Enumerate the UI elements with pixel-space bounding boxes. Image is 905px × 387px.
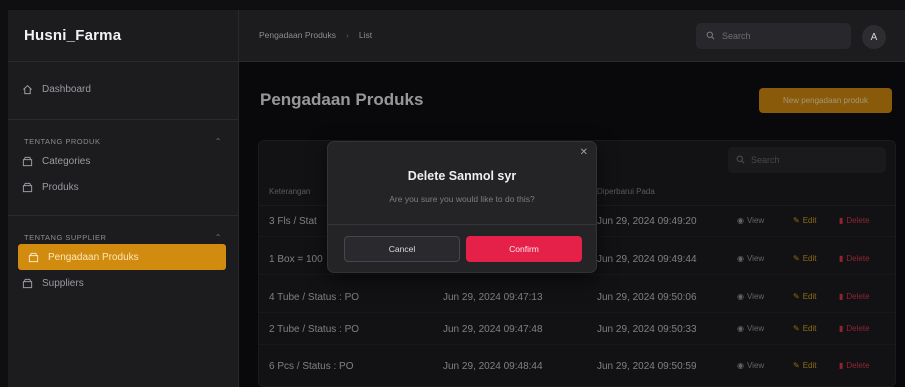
breadcrumb-item: List — [358, 30, 373, 40]
chevron-up-icon: ⌃ — [214, 136, 222, 146]
global-search-input[interactable]: Search — [696, 23, 851, 49]
sidebar: Husni_Farma Dashboard TENTANG PRODUK ⌃ C… — [8, 10, 239, 387]
group-tentang-produk[interactable]: TENTANG PRODUK ⌃ — [8, 134, 238, 148]
divider — [328, 224, 596, 225]
box-icon — [26, 250, 40, 264]
box-icon — [20, 180, 34, 194]
sidebar-item-suppliers[interactable]: Suppliers — [8, 270, 238, 296]
sidebar-item-produks[interactable]: Produks — [8, 174, 238, 200]
sidebar-item-label: Categories — [42, 155, 91, 167]
group-tentang-supplier[interactable]: TENTANG SUPPLIER ⌃ — [8, 230, 238, 244]
app-frame: Husni_Farma Dashboard TENTANG PRODUK ⌃ C… — [0, 0, 905, 387]
search-placeholder: Search — [722, 31, 751, 41]
sidebar-item-categories[interactable]: Categories — [8, 148, 238, 174]
sidebar-item-label: Pengadaan Produks — [48, 251, 139, 263]
chevron-up-icon: ⌃ — [214, 232, 222, 242]
brand-logo[interactable]: Husni_Farma — [8, 10, 238, 62]
box-icon — [20, 154, 34, 168]
box-icon — [20, 276, 34, 290]
sidebar-item-label: Suppliers — [42, 277, 84, 289]
cancel-button[interactable]: Cancel — [344, 236, 460, 262]
breadcrumb: Pengadaan Produks › List — [259, 30, 372, 40]
breadcrumb-item[interactable]: Pengadaan Produks — [259, 30, 336, 40]
home-icon — [20, 82, 34, 96]
close-icon[interactable]: ✕ — [580, 147, 588, 158]
delete-confirm-modal: ✕ Delete Sanmol syr Are you sure you wou… — [327, 141, 597, 273]
confirm-button[interactable]: Confirm — [466, 236, 582, 262]
modal-message: Are you sure you would like to do this? — [389, 194, 535, 204]
topbar: Pengadaan Produks › List Search A — [239, 10, 905, 62]
sidebar-item-label: Dashboard — [42, 83, 91, 95]
modal-title: Delete Sanmol syr — [407, 169, 517, 183]
avatar[interactable]: A — [862, 25, 886, 49]
search-icon — [706, 31, 715, 42]
sidebar-item-dashboard[interactable]: Dashboard — [8, 76, 238, 102]
breadcrumb-separator: › — [346, 30, 349, 40]
sidebar-item-label: Produks — [42, 181, 79, 193]
sidebar-item-pengadaan-produks[interactable]: Pengadaan Produks — [18, 244, 226, 270]
